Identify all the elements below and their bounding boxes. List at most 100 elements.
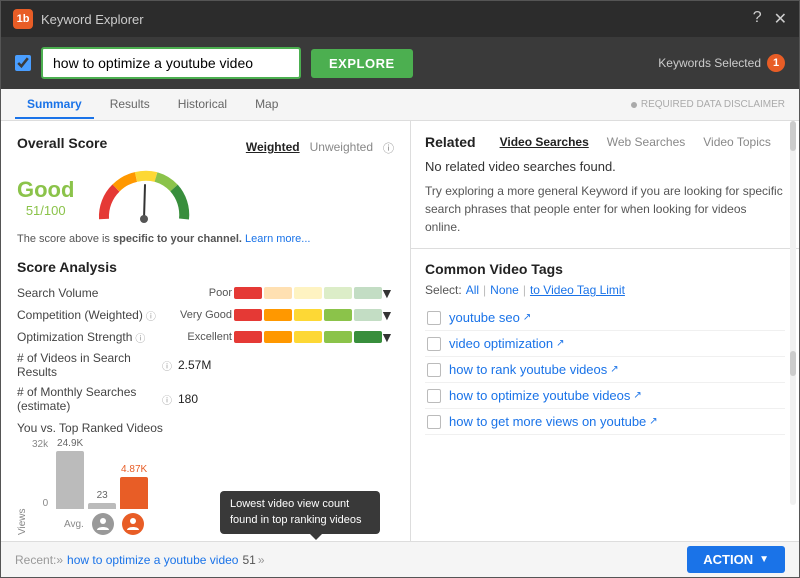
tag-link-5[interactable]: how to get more views on youtube ↗ (449, 414, 658, 429)
tooltip-arrow (310, 534, 322, 540)
weighted-label[interactable]: Weighted (246, 140, 300, 156)
tag-label-1: youtube seo (449, 310, 520, 325)
recent-link[interactable]: how to optimize a youtube video (67, 553, 238, 567)
chart-bar-2: 23 (88, 490, 116, 509)
metric-label-videos: # of Videos in Search Results ⓘ (17, 351, 172, 379)
videos-help-icon[interactable]: ⓘ (162, 358, 172, 373)
optimization-help-icon[interactable]: ⓘ (135, 330, 145, 345)
related-tab-video-searches[interactable]: Video Searches (496, 133, 593, 151)
tags-section: Common Video Tags Select: All | None | t… (411, 249, 799, 541)
unweighted-label[interactable]: Unweighted (310, 140, 373, 156)
search-checkbox[interactable] (15, 55, 31, 71)
tag-item-1: youtube seo ↗ (425, 305, 785, 331)
tag-checkbox-3[interactable] (427, 363, 441, 377)
main-content: Overall Score Weighted Unweighted ⓘ Good… (1, 121, 799, 541)
channel-avatar (122, 513, 144, 535)
chart-bar-2-label: 23 (97, 490, 108, 501)
chart-bar-1: 24.9K (56, 438, 84, 509)
metric-row-competition: Competition (Weighted) ⓘ Very Good ▼ (17, 307, 394, 323)
disclaimer-dot (631, 102, 637, 108)
tag-link-2[interactable]: video optimization ↗ (449, 336, 564, 351)
score-header: Overall Score Weighted Unweighted ⓘ (17, 135, 394, 161)
recent-arrows: » (258, 553, 265, 567)
gauge-svg (94, 169, 194, 225)
score-text: Good 51/100 (17, 177, 74, 218)
tag-link-4[interactable]: how to optimize youtube videos ↗ (449, 388, 642, 403)
metric-row-videos: # of Videos in Search Results ⓘ 2.57M (17, 351, 394, 379)
tag-item-5: how to get more views on youtube ↗ (425, 409, 785, 435)
tag-link-3[interactable]: how to rank youtube videos ↗ (449, 362, 619, 377)
select-none-link[interactable]: None (490, 283, 519, 297)
score-note: The score above is specific to your chan… (17, 233, 394, 245)
scrollbar-thumb[interactable] (790, 121, 796, 151)
weighted-toggle: Weighted Unweighted ⓘ (246, 140, 394, 156)
score-display: Good 51/100 (17, 169, 394, 225)
chart-title: You vs. Top Ranked Videos (17, 421, 394, 435)
bar-marker: ▼ (380, 285, 394, 301)
tag-item-3: how to rank youtube videos ↗ (425, 357, 785, 383)
tag-checkbox-1[interactable] (427, 311, 441, 325)
bar-seg-yellow (294, 287, 322, 299)
overall-score-title: Overall Score (17, 135, 107, 151)
explore-button[interactable]: EXPLORE (311, 49, 413, 78)
metric-bar-optimization: Excellent ▼ (174, 329, 394, 345)
chart-bar-3-label: 4.87K (121, 464, 147, 475)
action-label: ACTION (703, 552, 753, 567)
disclaimer: REQUIRED DATA DISCLAIMER (631, 99, 785, 110)
close-button[interactable]: ✕ (774, 9, 787, 29)
bar-seg-orange (264, 309, 292, 321)
score-analysis-title: Score Analysis (17, 259, 394, 275)
metric-label-competition: Competition (Weighted) ⓘ (17, 308, 172, 323)
chart-y-max: 32k (32, 439, 48, 450)
tab-historical[interactable]: Historical (166, 91, 239, 119)
related-title: Related (425, 134, 476, 150)
chart-bar-1-label: 24.9K (57, 438, 83, 449)
chart-avg-label: Avg. (64, 519, 84, 530)
tag-checkbox-4[interactable] (427, 389, 441, 403)
metric-bar-competition: Very Good ▼ (174, 307, 394, 323)
related-tab-video-topics[interactable]: Video Topics (699, 133, 775, 151)
action-button[interactable]: ACTION ▼ (687, 546, 785, 573)
gauge-container (94, 169, 194, 225)
learn-more-link[interactable]: Learn more... (245, 233, 310, 245)
person-svg (96, 517, 110, 531)
tags-scrollbar-thumb[interactable] (790, 351, 796, 376)
tags-select-row: Select: All | None | to Video Tag Limit (425, 283, 785, 297)
select-all-link[interactable]: All (466, 283, 479, 297)
score-number: 51/100 (17, 203, 74, 218)
bar-top-2 (88, 503, 116, 509)
to-video-tag-limit-link[interactable]: to Video Tag Limit (530, 283, 625, 297)
help-button[interactable]: ? (753, 9, 762, 29)
related-section: Related Video Searches Web Searches Vide… (411, 121, 799, 249)
tag-checkbox-2[interactable] (427, 337, 441, 351)
metric-label-search-volume: Search Volume (17, 286, 172, 300)
metric-row-search-volume: Search Volume Poor ▼ (17, 285, 394, 301)
tab-summary[interactable]: Summary (15, 91, 94, 119)
disclaimer-text: REQUIRED DATA DISCLAIMER (641, 99, 785, 110)
chart-bar-3: 4.87K (120, 464, 148, 509)
search-input[interactable] (41, 47, 301, 79)
metric-row-optimization: Optimization Strength ⓘ Excellent ▼ (17, 329, 394, 345)
window-title: Keyword Explorer (41, 12, 753, 27)
bar-seg-lightgreen (324, 309, 352, 321)
bar-seg-lightgreen (324, 331, 352, 343)
metric-label-optimization: Optimization Strength ⓘ (17, 330, 172, 345)
tag-checkbox-5[interactable] (427, 415, 441, 429)
select-label: Select: (425, 283, 462, 297)
chart-y-min: 0 (32, 498, 48, 509)
tab-results[interactable]: Results (98, 91, 162, 119)
competition-help-icon[interactable]: ⓘ (146, 308, 156, 323)
monthly-help-icon[interactable]: ⓘ (162, 392, 172, 407)
bar-marker: ▼ (380, 307, 394, 323)
tag-label-3: how to rank youtube videos (449, 362, 607, 377)
bar-marker: ▼ (380, 329, 394, 345)
weighted-info-icon[interactable]: ⓘ (383, 140, 394, 156)
tag-ext-icon-3: ↗ (610, 364, 618, 375)
tags-divider-1: | (483, 283, 486, 297)
tag-link-1[interactable]: youtube seo ↗ (449, 310, 531, 325)
bar-seg-lightgreen (324, 287, 352, 299)
related-tab-web-searches[interactable]: Web Searches (603, 133, 690, 151)
bar-seg-yellow (294, 309, 322, 321)
tab-map[interactable]: Map (243, 91, 290, 119)
keywords-badge: 1 (767, 54, 785, 72)
